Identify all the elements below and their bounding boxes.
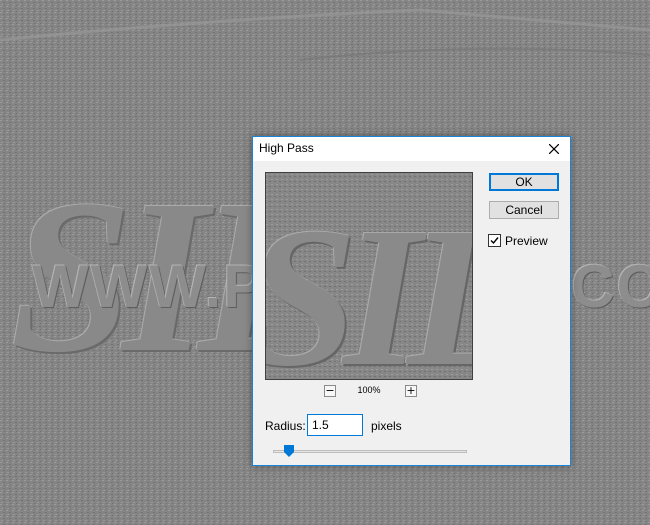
radius-input[interactable]	[307, 414, 363, 436]
preview-checkbox-label[interactable]: Preview	[505, 234, 548, 248]
preview-checkbox[interactable]	[488, 234, 501, 247]
dialog-titlebar[interactable]: High Pass	[253, 137, 570, 161]
radius-label: Radius:	[265, 419, 306, 433]
filter-preview[interactable]: SIL	[265, 172, 473, 380]
radius-unit-label: pixels	[371, 419, 402, 433]
zoom-in-button[interactable]: +	[405, 385, 417, 397]
dialog-title: High Pass	[259, 141, 314, 155]
zoom-level: 100%	[357, 385, 381, 395]
preview-letters: SIL	[266, 187, 472, 380]
high-pass-dialog: High Pass SIL − 100% + OK Cancel	[252, 136, 571, 466]
close-button[interactable]	[538, 137, 570, 161]
zoom-out-button[interactable]: −	[324, 385, 336, 397]
close-icon	[549, 144, 559, 154]
radius-slider-thumb[interactable]	[283, 445, 294, 457]
radius-slider-track[interactable]	[273, 450, 467, 453]
cancel-button[interactable]: Cancel	[489, 201, 559, 219]
checkmark-icon	[490, 237, 499, 245]
ok-button[interactable]: OK	[489, 173, 559, 191]
